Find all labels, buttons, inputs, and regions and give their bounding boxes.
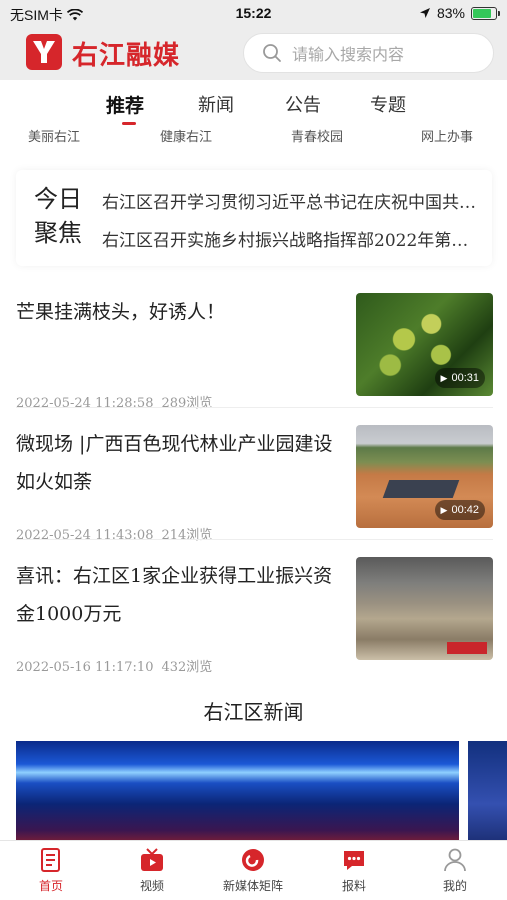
video-duration: ▶ 00:31 — [434, 368, 485, 388]
battery-icon — [471, 6, 500, 20]
media-matrix-icon — [242, 849, 264, 871]
divider — [16, 539, 493, 540]
status-bar: 无SIM卡 15:22 83% — [0, 0, 507, 26]
news-item[interactable]: 芒果挂满枝头，好诱人！ 2022-05-24 11:28:58 289浏览 ▶ 00… — [16, 293, 493, 425]
focus-label: 今日 聚焦 — [34, 185, 82, 247]
play-icon: ▶ — [440, 505, 448, 515]
tab-recommend[interactable]: 推荐 — [106, 91, 144, 118]
sub-navigation: 美丽右江 健康右江 青春校园 网上办事 — [0, 126, 507, 148]
news-item[interactable]: 微现场 |广西百色现代林业产业园建设如火如荼 2022-05-24 11:43:… — [16, 425, 493, 557]
home-document-icon — [41, 848, 60, 872]
nav-report[interactable]: 报料 — [314, 847, 394, 894]
active-tab-indicator — [122, 122, 136, 125]
subnav-online-services[interactable]: 网上办事 — [421, 126, 473, 145]
nav-media-matrix[interactable]: 新媒体矩阵 — [213, 847, 293, 894]
news-title: 芒果挂满枝头，好诱人！ — [16, 301, 226, 323]
app-header: 右江融媒 请输入搜索内容 — [0, 26, 507, 80]
subnav-beautiful-youjiang[interactable]: 美丽右江 — [28, 126, 80, 145]
news-item[interactable]: 喜讯：右江区1家企业获得工业振兴资金1000万元 2022-05-16 11:1… — [16, 557, 493, 689]
nav-video[interactable]: 视频 — [112, 847, 192, 894]
search-icon — [263, 44, 281, 62]
subnav-health-youjiang[interactable]: 健康右江 — [160, 126, 212, 145]
tab-announcements[interactable]: 公告 — [285, 91, 321, 117]
section-title: 右江区新闻 — [203, 700, 304, 724]
location-arrow-icon — [419, 8, 430, 18]
category-tabs: 推荐 新闻 公告 专题 — [0, 88, 507, 128]
today-focus-card: 今日 聚焦 右江区召开学习贯彻习近平总书记在庆祝中国共产主义青年团成立100周年… — [16, 170, 492, 266]
factory-thumbnail — [356, 557, 493, 660]
news-banner[interactable] — [16, 741, 459, 846]
news-title: 喜讯：右江区1家企业获得工业振兴资金1000万元 — [16, 565, 333, 625]
tab-topics[interactable]: 专题 — [370, 91, 406, 117]
search-bar[interactable]: 请输入搜索内容 — [243, 33, 494, 73]
search-placeholder: 请输入搜索内容 — [292, 45, 405, 64]
tv-icon — [141, 848, 163, 871]
mango-thumbnail: ▶ 00:31 — [356, 293, 493, 396]
nav-home[interactable]: 首页 — [11, 847, 91, 894]
construction-site-thumbnail: ▶ 00:42 — [356, 425, 493, 528]
focus-headline[interactable]: 右江区召开学习贯彻习近平总书记在庆祝中国共产主义青年团成立100周年大会上重要讲… — [102, 188, 482, 213]
news-meta: 2022-05-24 11:43:08 214浏览 — [16, 528, 213, 543]
chat-report-icon — [344, 851, 364, 870]
video-duration: ▶ 00:42 — [434, 500, 485, 520]
news-banner-next[interactable] — [468, 741, 507, 846]
divider — [16, 407, 493, 408]
user-icon — [444, 848, 466, 872]
news-title: 微现场 |广西百色现代林业产业园建设如火如荼 — [16, 433, 333, 493]
bottom-navigation: 首页 视频 新媒体矩阵 报料 我的 — [0, 840, 507, 900]
logo-icon — [26, 34, 62, 70]
subnav-youth-campus[interactable]: 青春校园 — [291, 126, 343, 145]
tab-news[interactable]: 新闻 — [198, 91, 234, 117]
battery-percent: 83% — [436, 5, 465, 21]
nav-mine[interactable]: 我的 — [415, 847, 495, 894]
news-meta: 2022-05-16 11:17:10 432浏览 — [16, 660, 213, 675]
logo-text: 右江融媒 — [72, 41, 181, 71]
focus-headline[interactable]: 右江区召开实施乡村振兴战略指挥部2022年第一次会议 — [102, 226, 482, 251]
news-meta: 2022-05-24 11:28:58 289浏览 — [16, 396, 213, 411]
play-icon: ▶ — [440, 373, 448, 383]
